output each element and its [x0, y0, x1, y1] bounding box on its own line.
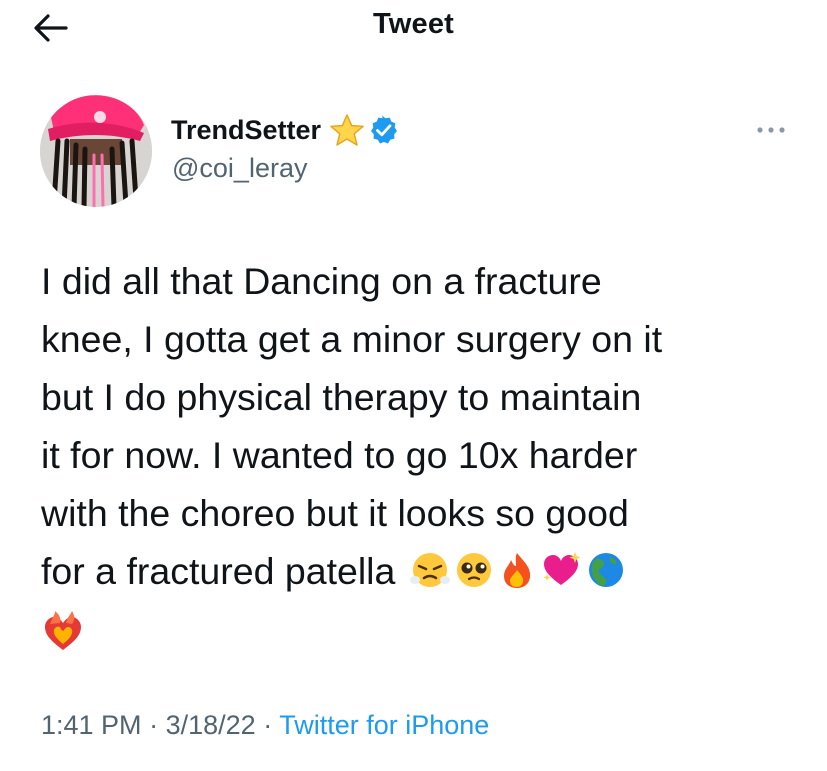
tweet-text: I did all that Dancing on a fracture kne… [41, 252, 801, 670]
fire-icon [498, 548, 536, 606]
tweet-line: but I do physical therapy to maintain [41, 376, 642, 418]
tweet-line: with the choreo but it looks so good [41, 492, 629, 534]
sparkling-heart-icon [540, 548, 582, 606]
tweet-source-link[interactable]: Twitter for iPhone [279, 710, 489, 740]
tweet-line-emoji [41, 606, 801, 670]
author-handle[interactable]: @coi_leray [172, 153, 307, 184]
avatar[interactable] [40, 95, 152, 207]
tweet-line: knee, I gotta get a minor surgery on it [41, 318, 663, 360]
heart-on-fire-icon [41, 610, 85, 670]
star-emoji-icon [329, 113, 365, 147]
tweet-line-text: for a fractured patella [41, 550, 396, 592]
tweet-line: I did all that Dancing on a fracture [41, 260, 602, 302]
more-options-button[interactable] [755, 118, 787, 142]
tweet-line-last: for a fractured patella [41, 542, 801, 606]
meta-separator: · [263, 710, 273, 740]
tweet-date: 3/18/22 [165, 710, 256, 740]
author-display-name[interactable]: TrendSetter [171, 115, 321, 146]
meta-separator: · [149, 710, 159, 740]
more-dots-icon [757, 127, 785, 133]
author-name-row: TrendSetter [171, 112, 399, 148]
tweet-time: 1:41 PM [41, 710, 142, 740]
tweet-meta: 1:41 PM · 3/18/22 · Twitter for iPhone [41, 710, 489, 741]
tweet-line: it for now. I wanted to go 10x harder [41, 434, 638, 476]
top-bar: Tweet [0, 0, 827, 56]
page-title: Tweet [372, 8, 455, 40]
face-with-steam-icon [409, 548, 450, 606]
verified-badge-icon [369, 115, 399, 145]
globe-americas-icon [586, 548, 626, 606]
pleading-face-icon [454, 548, 494, 606]
